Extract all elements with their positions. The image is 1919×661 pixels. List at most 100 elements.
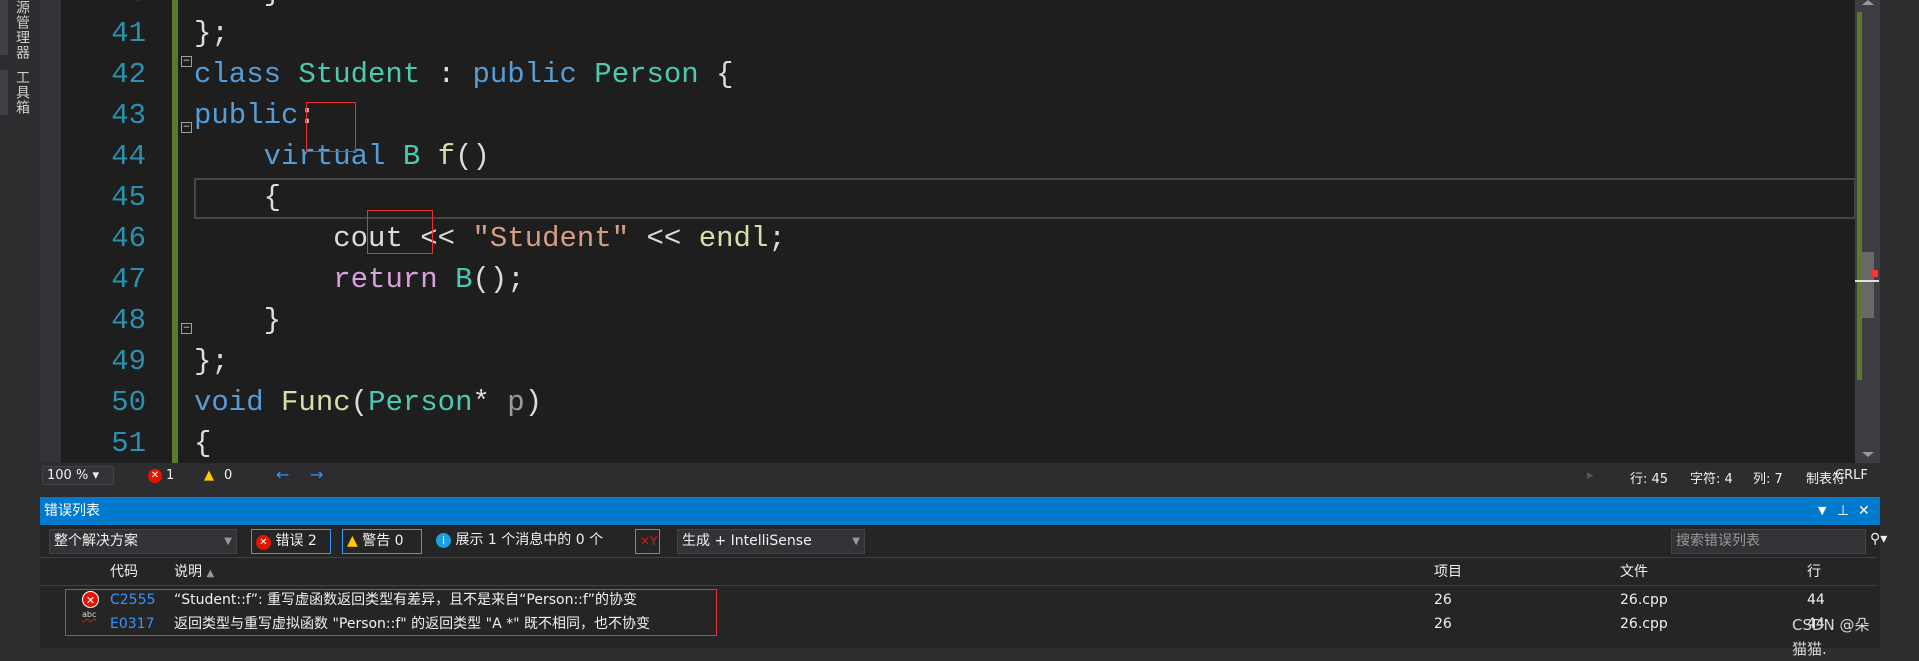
warning-icon: ▲ bbox=[347, 533, 358, 549]
vertical-scrollbar[interactable] bbox=[1855, 0, 1880, 463]
collapse-icon[interactable]: − bbox=[181, 323, 192, 334]
code-line[interactable]: class Student : public Person { bbox=[194, 54, 734, 95]
error-project: 26 bbox=[1434, 592, 1452, 608]
annotation-box bbox=[367, 210, 433, 254]
code-token: endl bbox=[698, 222, 769, 255]
column-header-description[interactable]: 说明 ▲ bbox=[174, 559, 214, 587]
code-token: { bbox=[194, 181, 282, 214]
code-token: ; bbox=[768, 222, 786, 255]
collapse-icon[interactable]: − bbox=[181, 122, 192, 133]
code-editor[interactable]: 40 } 41}; 42 class Student : public Person … bbox=[61, 0, 1855, 463]
code-line[interactable]: { bbox=[194, 423, 211, 463]
code-line[interactable]: } bbox=[194, 0, 281, 13]
code-token: } bbox=[194, 304, 282, 337]
code-token: }; bbox=[194, 17, 229, 50]
chevron-down-icon: ▼ bbox=[224, 536, 232, 547]
line-number: 42 bbox=[111, 58, 146, 91]
nav-back-icon[interactable]: ← bbox=[276, 465, 289, 484]
error-line: 44 bbox=[1807, 592, 1825, 608]
errors-filter-button[interactable]: ✕ 错误 2 bbox=[251, 529, 331, 554]
error-code-link[interactable]: C2555 bbox=[110, 588, 155, 612]
code-line[interactable]: return B(); bbox=[194, 259, 525, 300]
source-value: 生成 + IntelliSense bbox=[682, 533, 812, 549]
editor-margin bbox=[40, 0, 61, 463]
search-icon[interactable]: ⚲▾ bbox=[1870, 531, 1887, 547]
code-token: Func bbox=[281, 386, 351, 419]
annotation-box bbox=[306, 102, 356, 152]
code-token: : bbox=[420, 58, 473, 91]
code-line[interactable]: }; bbox=[194, 341, 229, 382]
solution-explorer-tab[interactable]: 源管理器 bbox=[12, 0, 32, 60]
panel-menu-icon[interactable]: ▼ bbox=[1818, 497, 1826, 525]
zoom-value: 100 % bbox=[47, 468, 89, 483]
nav-forward-icon[interactable]: → bbox=[310, 465, 323, 484]
code-token: (); bbox=[472, 263, 525, 296]
code-token: } bbox=[194, 0, 281, 9]
column-header-line[interactable]: 行 bbox=[1807, 559, 1821, 585]
messages-filter-button[interactable]: i 展示 1 个消息中的 0 个 bbox=[436, 529, 603, 554]
column-header-file[interactable]: 文件 bbox=[1620, 559, 1648, 585]
intellisense-icon: abc bbox=[82, 610, 97, 619]
code-line[interactable]: void Func(Person* p) bbox=[194, 382, 542, 423]
clear-filter-icon[interactable]: ✕Y bbox=[635, 529, 660, 554]
code-line[interactable]: } bbox=[194, 300, 281, 341]
left-tool-strip: 源管理器 工具箱 bbox=[0, 0, 40, 648]
code-token: Person bbox=[594, 58, 699, 91]
sort-asc-icon: ▲ bbox=[206, 568, 215, 579]
scroll-left-icon[interactable]: ▸ bbox=[1587, 468, 1594, 483]
scroll-thumb[interactable] bbox=[1862, 252, 1874, 318]
scroll-down-icon[interactable] bbox=[1862, 452, 1874, 457]
code-token: f bbox=[437, 140, 456, 173]
tab-marker bbox=[0, 70, 8, 115]
error-code-link[interactable]: E0317 bbox=[110, 612, 154, 636]
collapse-icon[interactable]: − bbox=[181, 56, 192, 67]
column-header-code[interactable]: 代码 bbox=[110, 559, 138, 585]
scroll-up-icon[interactable] bbox=[1862, 0, 1874, 5]
column-header-project[interactable]: 项目 bbox=[1434, 559, 1462, 585]
warnings-label: 警告 0 bbox=[362, 533, 404, 549]
close-icon[interactable]: ✕ bbox=[1858, 497, 1870, 525]
error-file: 26.cpp bbox=[1620, 592, 1668, 608]
messages-label: 展示 1 个消息中的 0 个 bbox=[455, 532, 604, 548]
change-marker bbox=[1857, 12, 1862, 380]
code-token: public bbox=[472, 58, 577, 91]
toolbox-tab[interactable]: 工具箱 bbox=[12, 70, 32, 115]
zoom-dropdown[interactable]: 100 % ▾ bbox=[42, 466, 114, 485]
code-token: Student bbox=[298, 58, 421, 91]
warning-count[interactable]: 0 bbox=[224, 468, 232, 483]
code-token: { bbox=[194, 427, 212, 460]
code-line[interactable]: cout << "Student" << endl; bbox=[194, 218, 786, 259]
code-token: { bbox=[698, 58, 734, 91]
line-indicator: 行: 45 bbox=[1630, 472, 1669, 487]
code-token: Person bbox=[368, 386, 473, 419]
scope-dropdown[interactable]: 整个解决方案 ▼ bbox=[49, 529, 237, 554]
line-number: 41 bbox=[111, 17, 146, 50]
search-placeholder: 搜索错误列表 bbox=[1676, 533, 1760, 549]
pin-icon[interactable]: ⊥ bbox=[1837, 497, 1849, 525]
panel-title: 错误列表 bbox=[44, 503, 100, 519]
caret-marker bbox=[1855, 280, 1879, 282]
code-token: public bbox=[194, 99, 299, 132]
line-number: 40 bbox=[101, 0, 146, 13]
source-dropdown[interactable]: 生成 + IntelliSense ▼ bbox=[677, 529, 865, 554]
info-icon: i bbox=[436, 533, 451, 548]
error-count[interactable]: 1 bbox=[166, 468, 174, 483]
line-number: 51 bbox=[111, 427, 146, 460]
code-line[interactable]: public: bbox=[194, 95, 316, 136]
code-line[interactable]: { bbox=[194, 177, 281, 218]
warnings-filter-button[interactable]: ▲ 警告 0 bbox=[342, 529, 422, 554]
code-token: << bbox=[629, 222, 699, 255]
code-token: ( bbox=[350, 386, 369, 419]
char-indicator: 字符: 4 bbox=[1690, 472, 1733, 487]
code-token: * bbox=[472, 386, 508, 419]
code-token: void bbox=[194, 386, 264, 419]
editor-status-bar: 100 % ▾ ✕ 1 ▲ 0 ← → ▸ 行: 45 字符: 4 列: 7 制… bbox=[40, 463, 1880, 489]
divider bbox=[40, 557, 1877, 558]
eol-indicator[interactable]: CRLF bbox=[1835, 468, 1868, 483]
search-input[interactable]: 搜索错误列表 bbox=[1671, 529, 1866, 554]
code-line[interactable]: }; bbox=[194, 13, 229, 54]
